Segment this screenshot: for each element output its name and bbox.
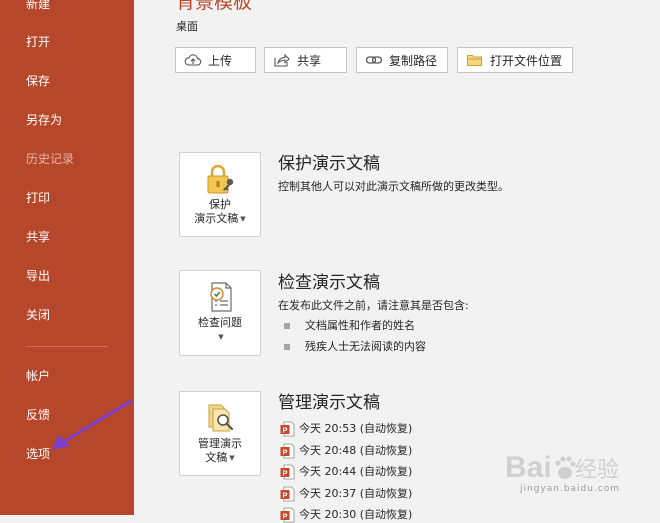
watermark-url: jingyan.baidu.com	[520, 484, 621, 494]
nav-save[interactable]: 保存	[26, 73, 50, 89]
inspect-bullet: 文档属性和作者的姓名	[284, 319, 415, 333]
manage-title: 管理演示文稿	[278, 393, 380, 413]
nav-save-as[interactable]: 另存为	[26, 112, 62, 128]
open-file-location-button[interactable]: 打开文件位置	[457, 47, 573, 73]
upload-label: 上传	[208, 53, 233, 68]
nav-history: 历史记录	[26, 152, 75, 166]
powerpoint-file-icon: P	[280, 464, 295, 480]
manage-presentation-tile[interactable]: 管理演示 文稿 ▼	[179, 391, 261, 476]
svg-text:P: P	[282, 512, 287, 521]
inspect-bullet-text: 文档属性和作者的姓名	[305, 319, 415, 332]
copy-path-button[interactable]: 复制路径	[356, 47, 448, 73]
bullet-square-icon	[284, 344, 290, 350]
svg-text:P: P	[282, 469, 287, 478]
file-title: 背景模板	[176, 0, 253, 13]
inspect-title: 检查演示文稿	[278, 273, 380, 293]
open-file-location-label: 打开文件位置	[490, 53, 563, 68]
file-location: 桌面	[176, 20, 198, 33]
link-icon	[365, 56, 383, 64]
upload-button[interactable]: 上传	[175, 47, 256, 73]
inspect-tile-label-text: 检查问题	[198, 316, 242, 329]
nav-close[interactable]: 关闭	[26, 307, 50, 323]
version-label: 今天 20:44 (自动恢复)	[299, 465, 413, 478]
protect-tile-label-line2: 演示文稿	[194, 212, 239, 225]
cloud-upload-icon	[184, 54, 202, 66]
nav-account[interactable]: 帐户	[26, 368, 50, 384]
svg-text:P: P	[282, 448, 287, 457]
protect-description: 控制其他人可以对此演示文稿所做的更改类型。	[278, 180, 509, 193]
version-label: 今天 20:48 (自动恢复)	[299, 444, 413, 457]
protect-presentation-tile[interactable]: 保护 演示文稿 ▼	[179, 152, 261, 237]
autorecover-version-item[interactable]: P 今天 20:37 (自动恢复)	[280, 486, 412, 502]
share-button[interactable]: 共享	[264, 47, 347, 73]
folder-icon	[467, 55, 482, 66]
autorecover-version-item[interactable]: P 今天 20:44 (自动恢复)	[280, 464, 412, 480]
powerpoint-file-icon: P	[280, 443, 295, 459]
svg-text:P: P	[282, 491, 287, 500]
inspect-bullet-text: 残疾人士无法阅读的内容	[305, 340, 426, 353]
inspect-presentation-tile[interactable]: 检查问题 ▼	[179, 270, 261, 356]
manage-tile-label-line2: 文稿	[205, 451, 228, 464]
inspect-description: 在发布此文件之前，请注意其是否包含:	[278, 299, 469, 312]
dropdown-caret-icon: ▼	[229, 454, 235, 462]
nav-export[interactable]: 导出	[26, 268, 50, 284]
share-label: 共享	[297, 53, 322, 68]
nav-print[interactable]: 打印	[26, 190, 50, 206]
protect-tile-label: 保护 演示文稿 ▼	[194, 198, 245, 226]
protect-title: 保护演示文稿	[278, 154, 380, 174]
nav-new[interactable]: 新建	[26, 0, 50, 12]
inspect-bullet: 残疾人士无法阅读的内容	[284, 340, 426, 354]
inspect-tile-label: 检查问题 ▼	[198, 316, 242, 344]
version-label: 今天 20:37 (自动恢复)	[299, 487, 413, 500]
document-search-icon	[208, 404, 234, 432]
svg-text:Bai: Bai	[505, 451, 552, 484]
bullet-square-icon	[284, 323, 290, 329]
dropdown-caret-icon: ▼	[218, 333, 224, 341]
nav-open[interactable]: 打开	[26, 34, 50, 50]
dropdown-caret-icon: ▼	[240, 215, 246, 223]
version-label: 今天 20:53 (自动恢复)	[299, 422, 413, 435]
copy-path-label: 复制路径	[389, 53, 438, 68]
backstage-sidebar: 新建 打开 保存 另存为 历史记录 打印 共享 导出 关闭 帐户 反馈 选项	[0, 0, 134, 515]
svg-text:经验: 经验	[575, 457, 619, 482]
protect-tile-label-line1: 保护	[208, 198, 231, 211]
share-icon	[274, 53, 290, 67]
nav-share[interactable]: 共享	[26, 229, 50, 245]
lock-key-icon	[207, 164, 234, 194]
powerpoint-file-icon: P	[280, 421, 295, 437]
manage-tile-label: 管理演示 文稿 ▼	[198, 437, 242, 465]
nav-feedback[interactable]: 反馈	[26, 407, 50, 423]
nav-divider	[26, 346, 108, 347]
powerpoint-file-icon: P	[280, 486, 295, 502]
manage-tile-label-line1: 管理演示	[198, 437, 242, 450]
checklist-icon	[210, 282, 232, 312]
version-label: 今天 20:30 (自动恢复)	[299, 508, 413, 521]
autorecover-version-item[interactable]: P 今天 20:53 (自动恢复)	[280, 421, 412, 437]
autorecover-version-item[interactable]: P 今天 20:30 (自动恢复)	[280, 507, 412, 523]
svg-text:P: P	[282, 426, 287, 435]
powerpoint-file-icon: P	[280, 507, 295, 523]
nav-options[interactable]: 选项	[26, 446, 50, 462]
autorecover-version-item[interactable]: P 今天 20:48 (自动恢复)	[280, 443, 412, 459]
